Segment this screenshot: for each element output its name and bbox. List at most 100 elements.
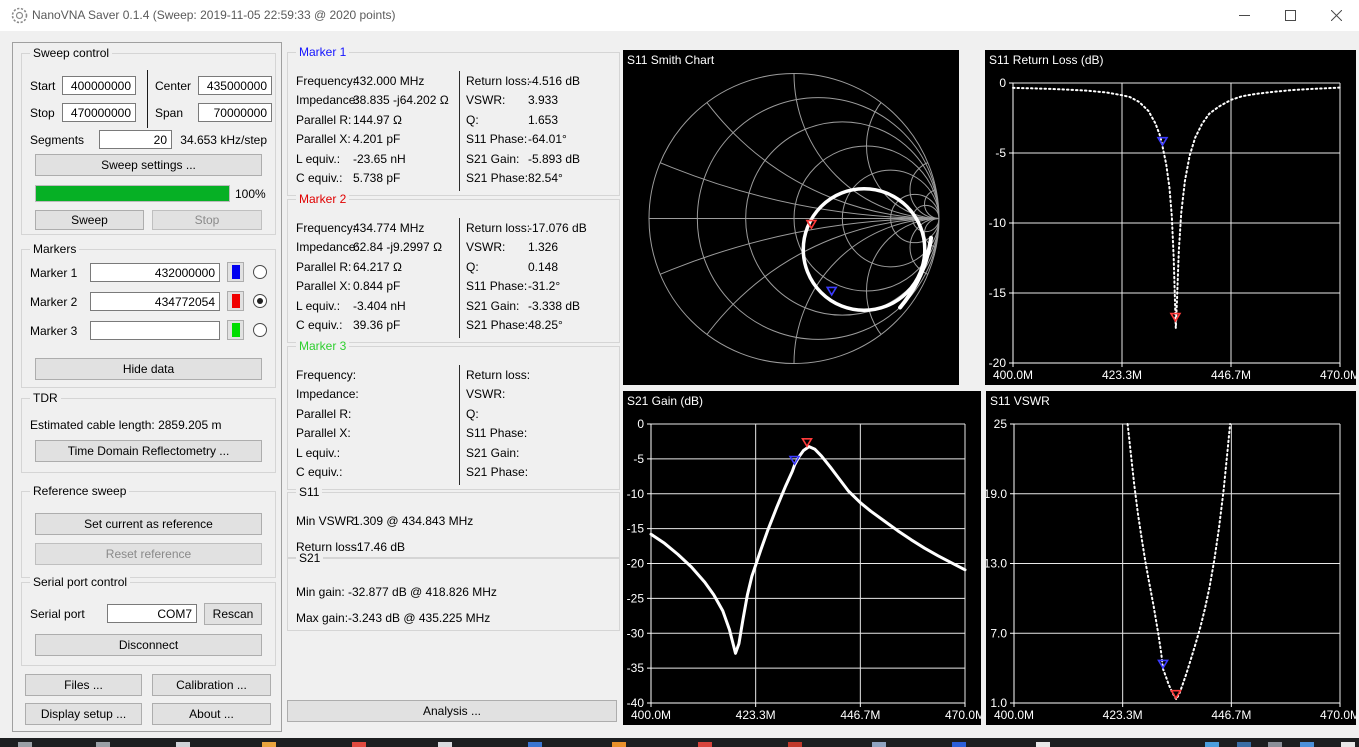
taskbar-icon[interactable] bbox=[1237, 742, 1251, 747]
taskbar-icon[interactable] bbox=[612, 742, 626, 747]
taskbar-icon[interactable] bbox=[352, 742, 366, 747]
detail-label: Impedance: bbox=[296, 240, 359, 254]
detail-label: VSWR: bbox=[466, 387, 506, 401]
svg-text:-20: -20 bbox=[627, 557, 645, 571]
detail-value: -23.65 nH bbox=[353, 152, 406, 166]
stop-label: Stop bbox=[30, 106, 55, 120]
display-setup-button[interactable]: Display setup ... bbox=[25, 703, 142, 725]
cable-length-text: Estimated cable length: 2859.205 m bbox=[30, 418, 222, 432]
window-title: NanoVNA Saver 0.1.4 (Sweep: 2019-11-05 2… bbox=[32, 8, 396, 22]
marker-select-radio[interactable] bbox=[253, 265, 267, 279]
stop-input[interactable] bbox=[62, 103, 136, 122]
detail-label: Frequency: bbox=[296, 221, 357, 235]
titlebar[interactable]: NanoVNA Saver 0.1.4 (Sweep: 2019-11-05 2… bbox=[0, 0, 1359, 31]
marker-row: Marker 3 bbox=[22, 320, 275, 343]
detail-label: S21 Gain: bbox=[466, 152, 520, 166]
marker-select-radio[interactable] bbox=[253, 294, 267, 308]
group-title: TDR bbox=[30, 391, 61, 405]
marker-detail-title: Marker 3 bbox=[296, 339, 350, 353]
start-input[interactable] bbox=[62, 76, 136, 95]
detail-value: 48.25° bbox=[528, 318, 563, 332]
rescan-button[interactable]: Rescan bbox=[204, 603, 262, 625]
taskbar-icon[interactable] bbox=[438, 742, 452, 747]
detail-label: S21 Phase: bbox=[466, 465, 529, 479]
marker-color-swatch[interactable] bbox=[227, 291, 244, 311]
taskbar-icon[interactable] bbox=[1300, 742, 1314, 747]
detail-label: L equiv.: bbox=[296, 446, 341, 460]
marker-label: Marker 3 bbox=[30, 324, 78, 338]
marker-color-swatch[interactable] bbox=[227, 320, 244, 340]
s21-info-group: S21 Min gain: -32.877 dB @ 418.826 MHz M… bbox=[287, 551, 620, 631]
taskbar-icon[interactable] bbox=[176, 742, 190, 747]
marker-frequency-input[interactable] bbox=[90, 292, 220, 311]
svg-text:S11 Smith Chart: S11 Smith Chart bbox=[627, 53, 715, 67]
marker-color bbox=[231, 323, 240, 337]
taskbar-icon[interactable] bbox=[528, 742, 542, 747]
svg-text:19.0: 19.0 bbox=[986, 487, 1007, 501]
center-input[interactable] bbox=[198, 76, 272, 95]
taskbar-icon[interactable] bbox=[698, 742, 712, 747]
taskbar-icon[interactable] bbox=[952, 742, 966, 747]
tdr-button[interactable]: Time Domain Reflectometry ... bbox=[35, 440, 262, 462]
detail-label: S11 Phase: bbox=[466, 279, 528, 293]
taskbar-icon[interactable] bbox=[96, 742, 110, 747]
detail-value: -3.338 dB bbox=[528, 299, 581, 313]
span-input[interactable] bbox=[198, 103, 272, 122]
detail-label: Parallel X: bbox=[296, 279, 351, 293]
svg-text:470.0M: 470.0M bbox=[1320, 368, 1356, 382]
taskbar-icon[interactable] bbox=[18, 742, 32, 747]
app-window: NanoVNA Saver 0.1.4 (Sweep: 2019-11-05 2… bbox=[0, 0, 1359, 738]
s11-return-loss-chart[interactable]: 0 -5 -10 -15 -20 400.0M 423.3M 446.7M 470.0M S11 … bbox=[985, 50, 1359, 385]
svg-text:-25: -25 bbox=[627, 591, 645, 605]
segments-input[interactable] bbox=[99, 130, 172, 149]
hide-data-button[interactable]: Hide data bbox=[35, 358, 262, 380]
marker-label: Marker 1 bbox=[30, 266, 78, 280]
taskbar-icon[interactable] bbox=[262, 742, 276, 747]
s11-vswr-chart[interactable]: 25 19.0 13.0 7.0 1.0 400.0M 423.3M 446.7M 470.0M… bbox=[984, 391, 1359, 725]
serial-port-input[interactable] bbox=[107, 604, 197, 623]
sweep-button[interactable]: Sweep bbox=[35, 210, 144, 230]
reset-reference-button[interactable]: Reset reference bbox=[35, 543, 262, 565]
sweep-settings-button[interactable]: Sweep settings ... bbox=[35, 154, 262, 176]
disconnect-button[interactable]: Disconnect bbox=[35, 634, 262, 656]
files-button[interactable]: Files ... bbox=[25, 674, 142, 696]
taskbar-icon[interactable] bbox=[872, 742, 886, 747]
marker-detail-title: Marker 1 bbox=[296, 45, 350, 59]
taskbar-icon[interactable] bbox=[788, 742, 802, 747]
stop-button[interactable]: Stop bbox=[152, 210, 262, 230]
maximize-button[interactable] bbox=[1267, 0, 1313, 31]
calibration-button[interactable]: Calibration ... bbox=[152, 674, 271, 696]
detail-label: Frequency: bbox=[296, 368, 357, 382]
taskbar[interactable] bbox=[0, 738, 1359, 747]
marker-frequency-input[interactable] bbox=[90, 321, 220, 340]
analysis-button[interactable]: Analysis ... bbox=[287, 700, 617, 722]
s11-return-loss-value: -17.46 dB bbox=[353, 540, 406, 554]
close-button[interactable] bbox=[1313, 0, 1359, 31]
detail-value: 39.36 pF bbox=[353, 318, 401, 332]
marker-select-radio[interactable] bbox=[253, 323, 267, 337]
marker-row: Marker 2 bbox=[22, 291, 275, 314]
detail-value: -4.516 dB bbox=[528, 74, 581, 88]
marker-color-swatch[interactable] bbox=[227, 262, 244, 282]
detail-label: S21 Gain: bbox=[466, 299, 520, 313]
s11-smith-chart[interactable]: S11 Smith Chart bbox=[623, 50, 959, 385]
tdr-group: TDR Estimated cable length: 2859.205 m T… bbox=[21, 391, 276, 473]
detail-value: -3.404 nH bbox=[353, 299, 406, 313]
detail-label: Q: bbox=[466, 407, 479, 421]
detail-label: S21 Phase: bbox=[466, 318, 529, 332]
minimize-button[interactable] bbox=[1221, 0, 1267, 31]
taskbar-icon[interactable] bbox=[1268, 742, 1282, 747]
set-reference-button[interactable]: Set current as reference bbox=[35, 513, 262, 535]
detail-label: VSWR: bbox=[466, 93, 506, 107]
svg-text:470.0M: 470.0M bbox=[1320, 708, 1356, 722]
svg-text:7.0: 7.0 bbox=[990, 626, 1007, 640]
about-button[interactable]: About ... bbox=[152, 703, 271, 725]
marker-frequency-input[interactable] bbox=[90, 263, 220, 282]
s21-gain-chart[interactable]: 0 -5 -10 -15 -20 -25 -30 -35 -40 400.0M 423.3M 446.… bbox=[623, 391, 985, 725]
taskbar-icon[interactable] bbox=[1205, 742, 1219, 747]
divider bbox=[459, 71, 460, 191]
taskbar-icon[interactable] bbox=[1036, 742, 1050, 747]
taskbar-icon[interactable] bbox=[1341, 742, 1355, 747]
svg-text:25: 25 bbox=[994, 417, 1008, 431]
s11-min-vswr-value: 1.309 @ 434.843 MHz bbox=[353, 514, 474, 528]
